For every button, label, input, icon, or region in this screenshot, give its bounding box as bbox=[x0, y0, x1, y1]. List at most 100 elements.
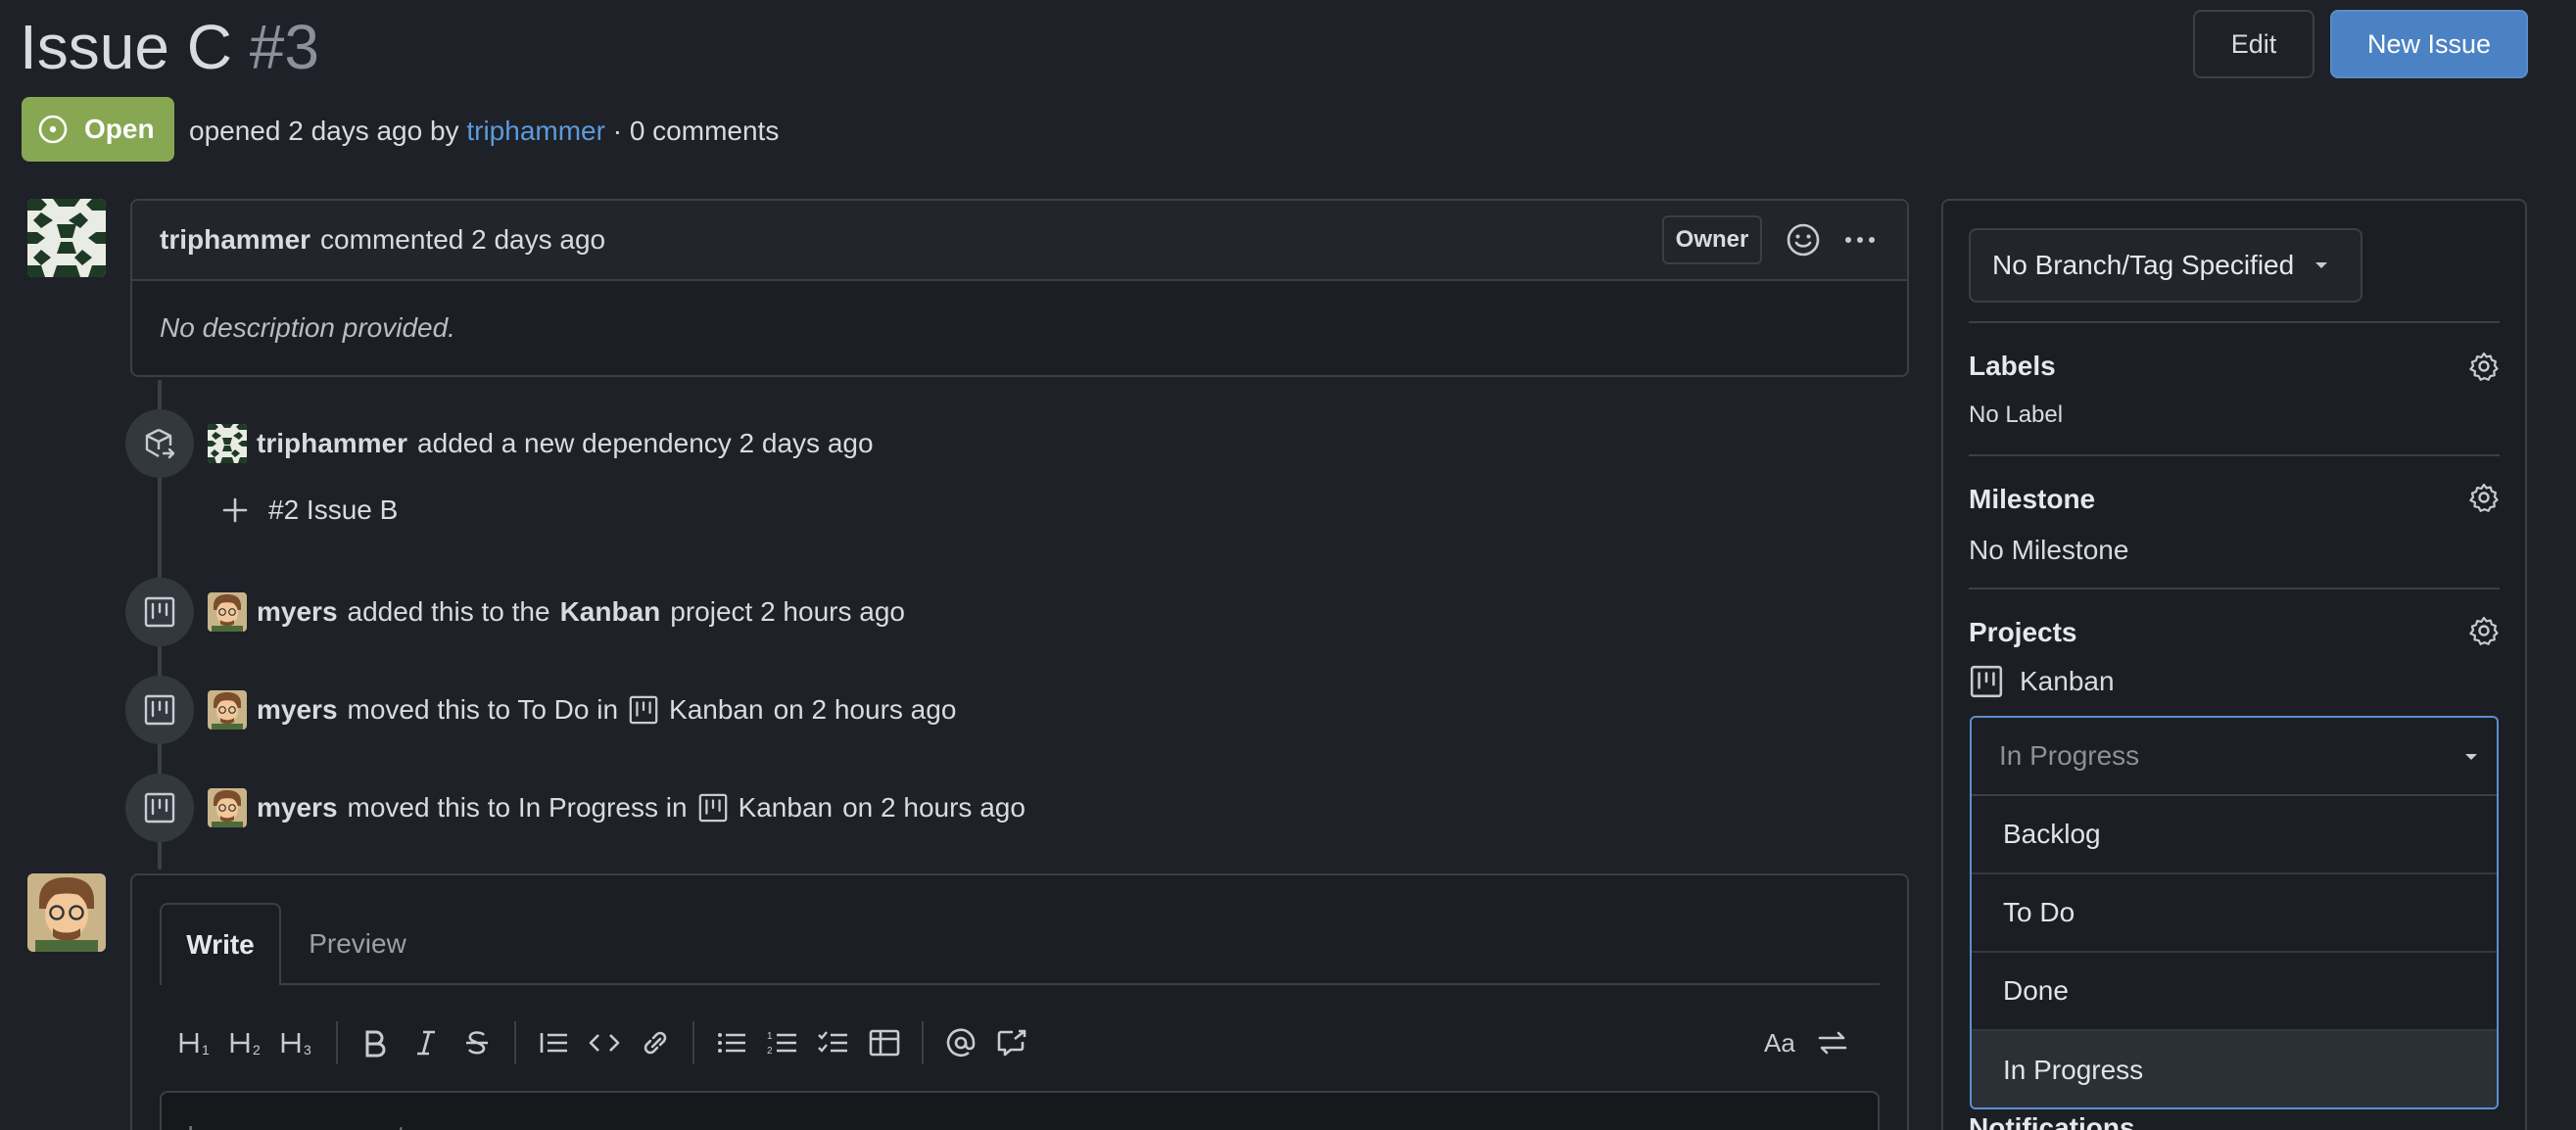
labels-value: No Label bbox=[1969, 401, 2064, 428]
tab-preview[interactable]: Preview bbox=[294, 903, 421, 985]
toolbar-divider bbox=[514, 1021, 516, 1064]
reference-icon[interactable] bbox=[986, 1018, 1037, 1067]
avatar[interactable] bbox=[27, 873, 106, 952]
dropdown-option-done[interactable]: Done bbox=[1972, 953, 2497, 1031]
dependency-item[interactable]: #2 Issue B bbox=[221, 494, 398, 526]
milestone-value: No Milestone bbox=[1969, 535, 2129, 565]
issue-meta: opened 2 days ago by triphammer · 0 comm… bbox=[189, 112, 779, 151]
heading-3-icon[interactable]: 3 bbox=[273, 1018, 324, 1067]
avatar[interactable] bbox=[208, 788, 247, 827]
opened-text: opened 2 days ago by bbox=[189, 116, 459, 146]
issue-number: #3 bbox=[249, 12, 319, 82]
timeline-event: myers moved this to In Progress in Kanba… bbox=[208, 785, 1026, 830]
bullet-list-icon[interactable] bbox=[706, 1018, 757, 1067]
svg-text:Aa: Aa bbox=[1764, 1028, 1795, 1058]
event-text: moved this to To Do in bbox=[347, 694, 619, 725]
new-issue-button[interactable]: New Issue bbox=[2330, 10, 2528, 78]
project-column-select[interactable]: In Progress bbox=[1972, 718, 2497, 796]
event-text: added this to the bbox=[347, 596, 550, 627]
gear-icon[interactable] bbox=[2468, 482, 2500, 513]
numbered-list-icon[interactable]: 12 bbox=[757, 1018, 808, 1067]
tab-write[interactable]: Write bbox=[160, 903, 281, 985]
dropdown-option-to-do[interactable]: To Do bbox=[1972, 874, 2497, 953]
avatar[interactable] bbox=[208, 424, 247, 463]
switch-editor-icon[interactable] bbox=[1807, 1018, 1858, 1067]
notifications-heading: Notifications bbox=[1969, 1112, 2135, 1130]
gear-icon[interactable] bbox=[2468, 615, 2500, 646]
event-project[interactable]: Kanban bbox=[560, 596, 661, 628]
project-icon bbox=[1969, 664, 2004, 699]
comment-header: triphammer commented 2 days ago Owner bbox=[132, 201, 1907, 281]
event-project[interactable]: Kanban bbox=[669, 694, 764, 726]
project-icon bbox=[628, 694, 659, 726]
dependency-icon bbox=[142, 426, 177, 461]
status-badge: Open bbox=[22, 97, 174, 162]
edit-button[interactable]: Edit bbox=[2193, 10, 2314, 78]
branch-select-label: No Branch/Tag Specified bbox=[1992, 250, 2295, 280]
task-list-icon[interactable] bbox=[808, 1018, 859, 1067]
event-badge bbox=[125, 578, 194, 646]
more-options-icon[interactable] bbox=[1840, 220, 1880, 259]
italic-icon[interactable] bbox=[401, 1018, 452, 1067]
project-column-dropdown[interactable]: In Progress Backlog To Do Done In Progre… bbox=[1970, 716, 2499, 1109]
editor-toolbar: 1 2 3 12 Aa bbox=[171, 1018, 1858, 1067]
heading-1-icon[interactable]: 1 bbox=[171, 1018, 222, 1067]
svg-text:2: 2 bbox=[767, 1046, 773, 1057]
comment-textarea[interactable]: Leave a comment bbox=[160, 1091, 1880, 1130]
svg-text:1: 1 bbox=[767, 1031, 773, 1042]
table-icon[interactable] bbox=[859, 1018, 910, 1067]
owner-badge: Owner bbox=[1662, 215, 1762, 264]
project-column-selected: In Progress bbox=[1999, 740, 2140, 771]
event-project[interactable]: Kanban bbox=[739, 792, 834, 824]
event-text: moved this to In Progress in bbox=[347, 792, 688, 823]
dropdown-option-in-progress[interactable]: In Progress bbox=[1972, 1031, 2497, 1107]
event-badge bbox=[125, 676, 194, 744]
caret-down-icon bbox=[2463, 751, 2479, 763]
toolbar-divider bbox=[922, 1021, 924, 1064]
link-icon[interactable] bbox=[630, 1018, 681, 1067]
branch-select-button[interactable]: No Branch/Tag Specified bbox=[1969, 228, 2362, 303]
project-icon bbox=[143, 595, 176, 629]
timeline-event: myers added this to the Kanban project 2… bbox=[208, 589, 905, 635]
event-badge bbox=[125, 774, 194, 842]
comments-count: · 0 comments bbox=[612, 116, 780, 146]
timeline-event: myers moved this to To Do in Kanban on 2… bbox=[208, 687, 956, 732]
comment-action: commented 2 days ago bbox=[320, 224, 606, 255]
strikethrough-icon[interactable] bbox=[452, 1018, 502, 1067]
font-toggle-icon[interactable]: Aa bbox=[1756, 1018, 1807, 1067]
quote-icon[interactable] bbox=[528, 1018, 579, 1067]
smiley-icon[interactable] bbox=[1784, 220, 1823, 259]
timeline-event: triphammer added a new dependency 2 days… bbox=[208, 421, 874, 466]
event-text: on 2 hours ago bbox=[842, 792, 1026, 823]
event-user[interactable]: myers bbox=[257, 694, 338, 726]
code-icon[interactable] bbox=[579, 1018, 630, 1067]
avatar[interactable] bbox=[208, 690, 247, 730]
event-user[interactable]: myers bbox=[257, 596, 338, 628]
dependency-ref[interactable]: #2 Issue B bbox=[268, 494, 398, 526]
labels-heading: Labels bbox=[1969, 351, 2056, 381]
avatar[interactable] bbox=[27, 199, 106, 277]
event-text: project 2 hours ago bbox=[670, 596, 905, 627]
event-user[interactable]: myers bbox=[257, 792, 338, 824]
svg-text:3: 3 bbox=[304, 1042, 311, 1058]
toolbar-divider bbox=[692, 1021, 694, 1064]
heading-2-icon[interactable]: 2 bbox=[222, 1018, 273, 1067]
status-badge-label: Open bbox=[84, 114, 155, 144]
project-icon bbox=[143, 693, 176, 727]
avatar[interactable] bbox=[208, 592, 247, 632]
event-user[interactable]: triphammer bbox=[257, 428, 407, 459]
project-icon bbox=[143, 791, 176, 824]
project-name: Kanban bbox=[2020, 666, 2115, 696]
svg-text:2: 2 bbox=[253, 1042, 261, 1058]
mention-icon[interactable] bbox=[935, 1018, 986, 1067]
bold-icon[interactable] bbox=[350, 1018, 401, 1067]
svg-text:1: 1 bbox=[202, 1042, 210, 1058]
dropdown-option-backlog[interactable]: Backlog bbox=[1972, 796, 2497, 874]
comment-author[interactable]: triphammer bbox=[160, 224, 310, 256]
milestone-heading: Milestone bbox=[1969, 484, 2096, 514]
comment-body: No description provided. bbox=[160, 312, 455, 343]
project-item[interactable]: Kanban bbox=[1969, 664, 2115, 699]
author-link[interactable]: triphammer bbox=[466, 116, 605, 146]
toolbar-divider bbox=[336, 1021, 338, 1064]
gear-icon[interactable] bbox=[2468, 351, 2500, 382]
